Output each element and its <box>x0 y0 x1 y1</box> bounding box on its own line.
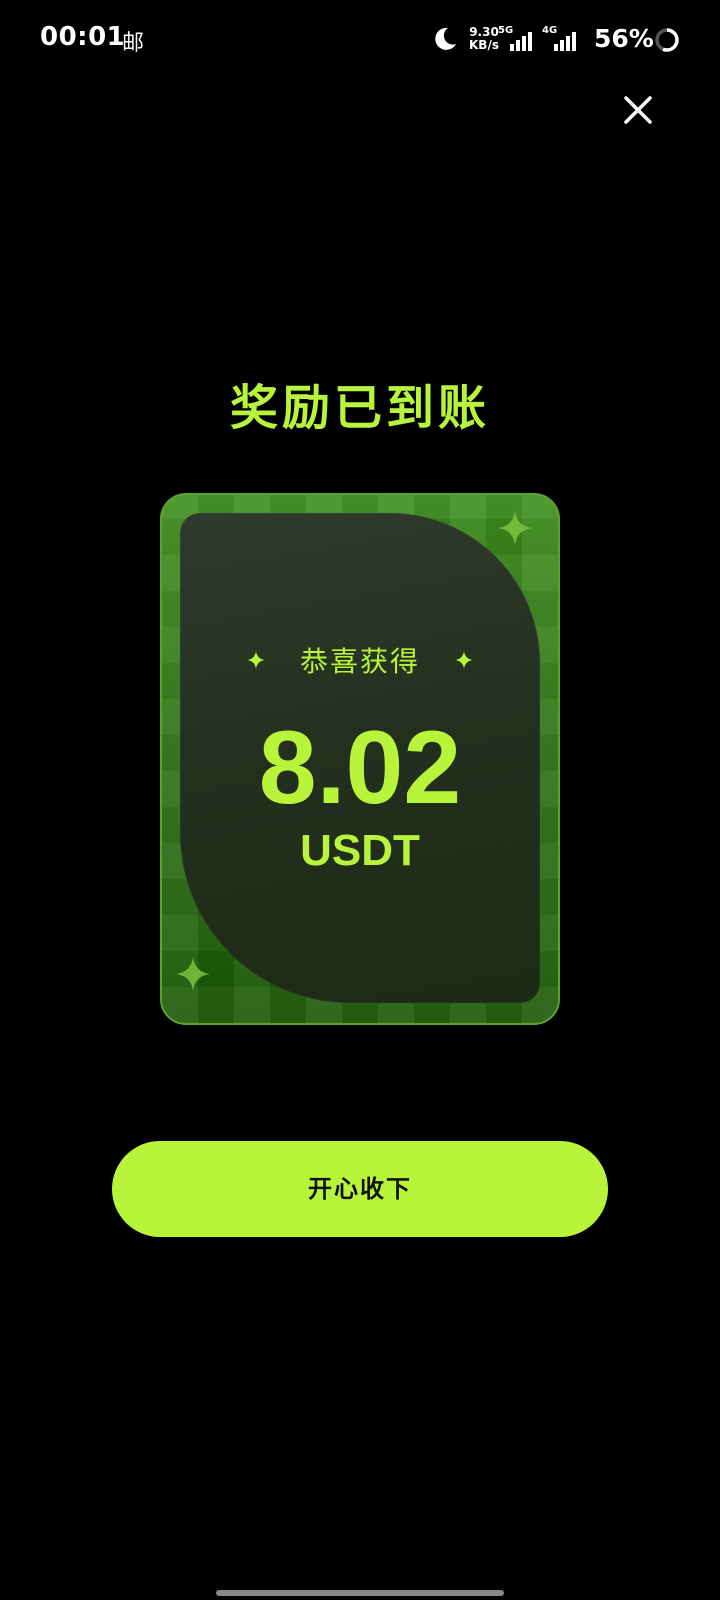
signal-bars-icon <box>554 32 576 51</box>
sparkle-icon <box>247 651 266 669</box>
reward-amount: 8.02 <box>258 710 462 826</box>
mail-notification-icon: 邮 <box>122 31 145 56</box>
reward-subtitle: 恭喜获得 <box>299 645 420 678</box>
home-indicator[interactable] <box>216 1590 504 1596</box>
battery-ring-icon <box>655 28 679 52</box>
reward-subtitle-row: 恭喜获得 <box>0 640 720 680</box>
signal-bars-icon <box>510 32 532 51</box>
network-speed-unit: KB/s <box>469 38 499 52</box>
reward-currency: USDT <box>300 826 420 875</box>
sparkle-icon <box>176 957 210 991</box>
reward-title: 奖励已到账 <box>229 380 490 436</box>
battery-percent: 56% <box>594 24 654 53</box>
sparkle-icon <box>498 511 532 545</box>
close-icon[interactable] <box>616 88 660 132</box>
moon-icon <box>435 27 456 50</box>
accept-reward-button[interactable]: 开心收下 <box>112 1141 608 1237</box>
status-time: 00:01 <box>40 22 126 52</box>
status-bar: 00:01 邮 9.30 KB/s 5G 4G 56% <box>0 0 720 80</box>
sparkle-icon <box>454 651 473 669</box>
